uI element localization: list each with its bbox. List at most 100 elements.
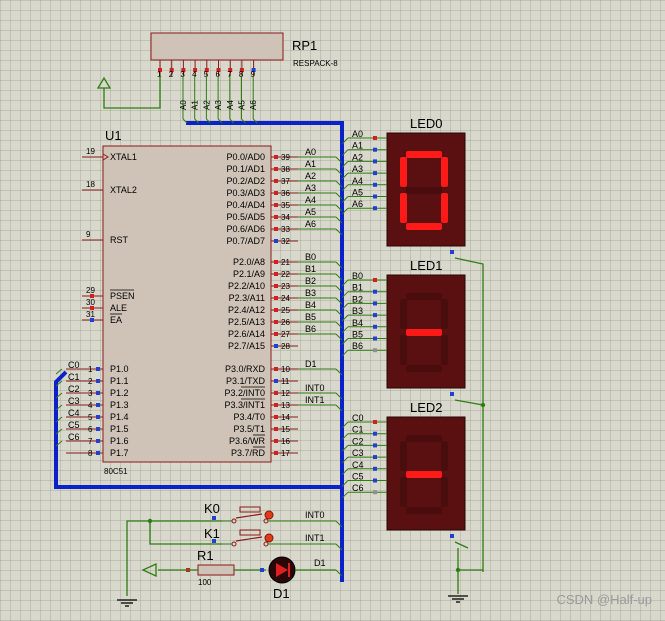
net-label: B6	[305, 324, 316, 334]
led-segment	[406, 223, 442, 230]
net-label: A5	[352, 188, 363, 198]
switch-indicator-icon	[264, 510, 274, 520]
net-label: A3	[352, 164, 363, 174]
net-label: A0	[305, 147, 316, 157]
u1-pin-name: P3.1/TXD	[226, 376, 266, 386]
net-label: C3	[352, 448, 364, 458]
u1-pin-name: P0.2/AD2	[226, 176, 265, 186]
pin-state-marker	[373, 301, 377, 306]
u1-pin-number: 37	[281, 177, 290, 186]
rp1-value: RESPACK-8	[293, 59, 338, 68]
led-segment	[441, 157, 448, 187]
pin-state-marker	[373, 159, 377, 164]
led-segment	[400, 299, 407, 329]
u1-pin-name: XTAL1	[110, 152, 137, 162]
pin-state-marker	[274, 439, 278, 443]
u1-pin-number: 12	[281, 389, 290, 398]
net-label: B1	[305, 264, 316, 274]
pin-state-marker	[373, 348, 377, 353]
switch-actuator	[239, 506, 261, 513]
u1-ref: U1	[105, 128, 122, 143]
u1-pin-number: 34	[281, 213, 290, 222]
rp1-body	[150, 32, 284, 61]
led-segment	[400, 477, 407, 507]
net-label: C5	[352, 472, 364, 482]
common-wire	[454, 399, 484, 406]
net-label: A4	[305, 195, 316, 205]
u1-pin-number: 7	[88, 437, 93, 446]
led-segment	[441, 441, 448, 471]
switch-contact	[231, 541, 237, 547]
u1-pin-number: 5	[88, 413, 93, 422]
u1-pin-name: P3.0/RXD	[225, 364, 266, 374]
led-segment	[406, 507, 442, 514]
u1-pin-name: P1.0	[110, 364, 129, 374]
pin-state-marker	[212, 539, 216, 543]
common-pin-marker	[450, 534, 454, 538]
rp1-bus-label: A2	[202, 100, 211, 110]
pin-state-marker	[373, 147, 377, 152]
net-label: C1	[68, 372, 80, 382]
net-label: A1	[305, 159, 316, 169]
net-label: C3	[68, 396, 80, 406]
u1-pin-name: P2.4/A12	[228, 305, 265, 315]
u1-pin-number: 15	[281, 425, 290, 434]
pin-state-marker	[373, 182, 377, 187]
u1-pin-name: P2.7/A15	[228, 341, 265, 351]
u1-pin-name: P2.3/A11	[229, 293, 265, 303]
u1-pin-number: 6	[88, 425, 93, 434]
u1-pin-number: 35	[281, 201, 290, 210]
pin-state-marker	[274, 272, 278, 276]
u1-pin-number: 9	[86, 230, 91, 239]
junction-dot	[455, 567, 461, 573]
pin-state-marker	[96, 403, 100, 407]
net-label: A6	[352, 199, 363, 209]
u1-pin-number: 24	[281, 294, 290, 303]
rp1-bus-label: A1	[191, 100, 200, 110]
pin-state-marker	[274, 155, 278, 159]
u1-pin-name: P2.2/A10	[228, 281, 265, 291]
net-label: B6	[352, 341, 363, 351]
u1-pin-name: P1.6	[110, 436, 129, 446]
u1-pin-number: 39	[281, 153, 290, 162]
led-segment	[406, 471, 442, 478]
u1-pin-name: P2.5/A13	[228, 317, 265, 327]
net-label: B4	[352, 318, 363, 328]
led-segment	[441, 299, 448, 329]
net-label: A2	[352, 152, 363, 162]
pin-state-marker	[96, 427, 100, 431]
u1-pin-name: P1.1	[110, 376, 129, 386]
pin-state-marker	[274, 296, 278, 300]
r1-body	[197, 564, 235, 576]
u1-pin-number: 25	[281, 306, 290, 315]
u1-pin-name: PSEN	[110, 291, 135, 301]
u1-pin-name: ALE	[110, 303, 127, 313]
u1-pin-name: P0.3/AD3	[226, 188, 265, 198]
pin-state-marker	[274, 179, 278, 183]
r1-ref: R1	[197, 548, 214, 563]
power-terminal-icon	[141, 562, 157, 578]
u1-pin-name: P2.6/A14	[228, 329, 265, 339]
net-label: B0	[352, 271, 363, 281]
net-label: A4	[352, 176, 363, 186]
d1-ref: D1	[273, 586, 290, 601]
led-ref: LED1	[410, 258, 443, 273]
pin-state-marker	[373, 313, 377, 318]
pin-state-marker	[274, 191, 278, 195]
pin-state-marker	[96, 367, 100, 371]
pin-state-marker	[274, 227, 278, 231]
net-label: B5	[305, 312, 316, 322]
u1-pin-number: 23	[281, 282, 290, 291]
junction-dot	[147, 518, 153, 524]
net-label: B2	[352, 294, 363, 304]
pin-state-marker	[274, 379, 278, 383]
rp1-ref: RP1	[292, 38, 317, 53]
led-segment	[400, 193, 407, 223]
u1-pin-name: P3.2/INT0	[224, 388, 265, 398]
common-wire	[454, 541, 469, 549]
led-segment	[441, 193, 448, 223]
common-pin-marker	[450, 250, 454, 254]
u1-pin-number: 11	[281, 377, 290, 386]
schematic-canvas: RP1RESPACK-81 2 3 4 5 6 7 8 9A0 A1 A2 A3 A4 A5 A6U180C…	[54, 32, 652, 607]
switch-indicator-icon	[264, 533, 274, 543]
